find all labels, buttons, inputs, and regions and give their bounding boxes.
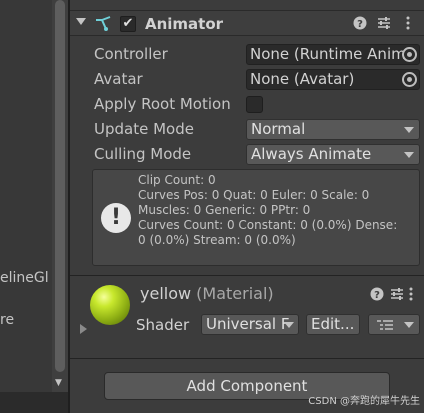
- shader-label: Shader: [136, 316, 190, 334]
- shader-dropdown[interactable]: Universal F: [201, 314, 299, 335]
- info-line: Muscles: 0 Generic: 0 PPtr: 0: [138, 203, 311, 217]
- info-line: 0 (0.0%) Stream: 0 (0.0%): [138, 233, 296, 247]
- section-divider: [70, 358, 424, 359]
- component-enabled-checkbox[interactable]: ✔: [120, 16, 136, 32]
- shader-options-dropdown[interactable]: [368, 314, 420, 335]
- culling-mode-label: Culling Mode: [94, 145, 192, 163]
- more-icon[interactable]: [405, 16, 411, 34]
- material-type: (Material): [196, 284, 274, 303]
- chevron-down-icon: [404, 322, 414, 328]
- info-line: Curves Pos: 0 Quat: 0 Euler: 0 Scale: 0: [138, 188, 370, 202]
- update-mode-label: Update Mode: [94, 120, 194, 138]
- object-picker-icon[interactable]: [402, 72, 417, 87]
- hierarchy-item[interactable]: re: [0, 312, 14, 328]
- help-icon[interactable]: ?: [370, 287, 384, 305]
- animator-info-box: ! Clip Count: 0 Curves Pos: 0 Quat: 0 Eu…: [92, 169, 420, 266]
- preset-icon[interactable]: [377, 16, 391, 34]
- avatar-value: None (Avatar): [250, 70, 355, 88]
- list-icon: [377, 320, 393, 330]
- info-exclamation-icon: !: [101, 203, 131, 233]
- chevron-down-icon: [284, 322, 294, 328]
- chevron-down-icon: [404, 152, 414, 158]
- controller-field[interactable]: None (Runtime Anima: [246, 44, 420, 65]
- info-line: Curves Count: 0 Constant: 0 (0.0%) Dense…: [138, 218, 398, 232]
- left-scrollbar[interactable]: ▼: [52, 0, 68, 392]
- update-mode-value: Normal: [251, 120, 306, 138]
- avatar-field[interactable]: None (Avatar): [246, 69, 420, 90]
- watermark: CSDN @奔跑的犀牛先生: [308, 396, 420, 407]
- shader-edit-button[interactable]: Edit...: [306, 314, 360, 335]
- foldout-arrow-icon[interactable]: [76, 18, 86, 25]
- left-panel-footer: [0, 392, 68, 413]
- shader-value: Universal F: [206, 315, 290, 333]
- culling-mode-value: Always Animate: [251, 145, 372, 163]
- animator-icon: [96, 16, 111, 31]
- culling-mode-dropdown[interactable]: Always Animate: [246, 144, 420, 165]
- component-title: Animator: [145, 15, 224, 33]
- object-picker-icon[interactable]: [402, 47, 417, 62]
- chevron-down-icon: [404, 127, 414, 133]
- animator-component-header[interactable]: ✔ Animator ?: [70, 10, 424, 36]
- more-icon[interactable]: [408, 287, 414, 305]
- svg-text:?: ?: [374, 290, 380, 301]
- svg-text:?: ?: [357, 19, 363, 30]
- avatar-label: Avatar: [94, 70, 143, 88]
- hierarchy-item[interactable]: elineGl: [0, 270, 49, 286]
- material-title: yellow (Material): [140, 284, 274, 303]
- material-preview-sphere: [90, 285, 130, 325]
- scrollbar-thumb[interactable]: [55, 0, 65, 372]
- material-name: yellow: [140, 284, 192, 303]
- apply-root-motion-checkbox[interactable]: [246, 96, 263, 113]
- hierarchy-panel: elineGl re: [0, 0, 55, 413]
- preset-icon[interactable]: [390, 287, 404, 305]
- controller-value: None (Runtime Anima: [250, 45, 415, 63]
- foldout-arrow-icon[interactable]: [80, 324, 87, 334]
- inspector-panel: ✔ Animator ? Controller None (Runtime An…: [70, 0, 424, 413]
- controller-label: Controller: [94, 45, 168, 63]
- help-icon[interactable]: ?: [353, 16, 367, 34]
- apply-root-motion-label: Apply Root Motion: [94, 95, 231, 113]
- info-line: Clip Count: 0: [138, 173, 216, 187]
- update-mode-dropdown[interactable]: Normal: [246, 119, 420, 140]
- scroll-down-icon[interactable]: ▼: [55, 378, 62, 388]
- section-divider: [70, 275, 424, 276]
